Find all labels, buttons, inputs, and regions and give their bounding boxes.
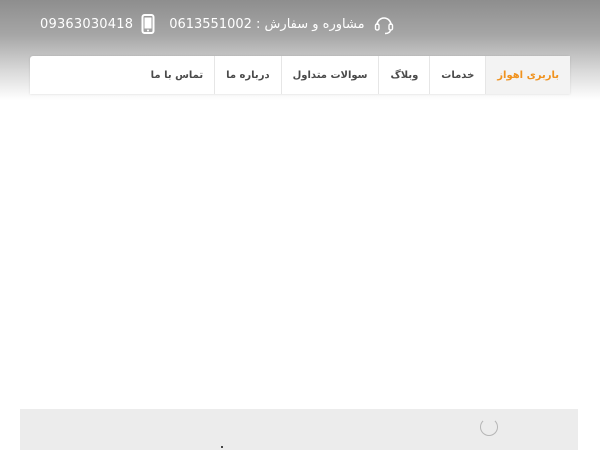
nav-item-contact[interactable]: تماس با ما: [140, 56, 214, 94]
headset-icon: [373, 13, 395, 35]
loading-spinner-icon: [480, 418, 498, 436]
advice-contact: 0613551002 مشاوره و سفارش :: [169, 17, 364, 32]
page: 09363030418 0613551002 مشاوره و سفارش : …: [0, 0, 600, 450]
advice-number[interactable]: 0613551002: [169, 17, 252, 32]
mobile-number[interactable]: 09363030418: [40, 17, 133, 32]
dot-marker: [221, 446, 223, 448]
nav-item-about[interactable]: درباره ما: [214, 56, 281, 94]
advice-label: مشاوره و سفارش :: [256, 16, 365, 32]
contact-bar: 09363030418 0613551002 مشاوره و سفارش :: [40, 12, 395, 36]
mobile-phone-icon: [141, 14, 155, 34]
main-nav: باربری اهواز خدمات وبلاگ سوالات متداول د…: [30, 56, 570, 94]
nav-item-services[interactable]: خدمات: [429, 56, 485, 94]
nav-item-home[interactable]: باربری اهواز: [485, 56, 570, 94]
nav-item-blog[interactable]: وبلاگ: [378, 56, 429, 94]
nav-item-faq[interactable]: سوالات متداول: [280, 56, 379, 94]
